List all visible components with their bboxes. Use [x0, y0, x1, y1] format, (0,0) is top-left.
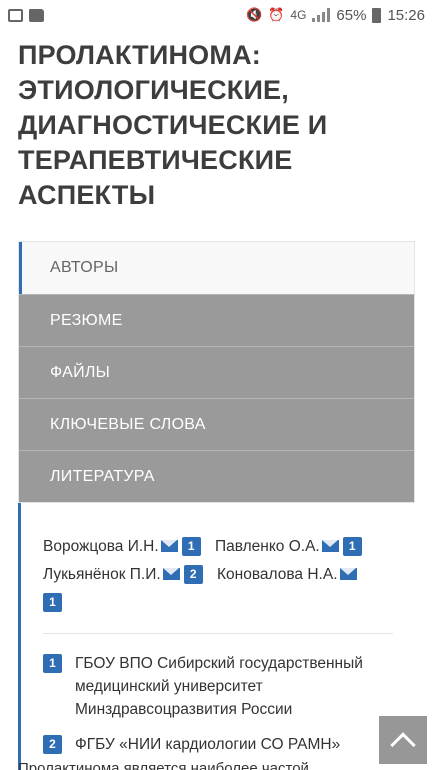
- abstract-text-partial: Пролактинома является наиболее частой: [18, 760, 309, 770]
- divider: [43, 633, 393, 634]
- folder-notification-icon: [29, 8, 44, 22]
- affiliation-text: ФГБУ «НИИ кардиологии СО РАМН»: [75, 736, 341, 753]
- affiliation-badge: 1: [181, 537, 201, 556]
- authors-list: Ворожцова И.Н. 1 Павленко О.А. 1 Лукьянёно…: [43, 533, 393, 617]
- tab-abstract[interactable]: РЕЗЮМЕ: [19, 294, 414, 346]
- author-item: Лукьянёнок П.И. 2: [43, 565, 203, 584]
- article-tabs: АВТОРЫ РЕЗЮМЕ ФАЙЛЫ КЛЮЧЕВЫЕ СЛОВА ЛИТЕР…: [18, 241, 415, 503]
- affiliation-number: 2: [43, 735, 62, 754]
- author-name[interactable]: Лукьянёнок П.И.: [43, 566, 161, 583]
- author-name[interactable]: Коновалова Н.А.: [217, 566, 337, 583]
- tab-keywords[interactable]: КЛЮЧЕВЫЕ СЛОВА: [19, 398, 414, 450]
- status-bar-left: [8, 8, 44, 22]
- affiliation-number: 1: [43, 654, 62, 673]
- authors-panel: Ворожцова И.Н. 1 Павленко О.А. 1 Лукьянёно…: [18, 503, 415, 770]
- signal-icon: [312, 8, 331, 22]
- affiliation-badge: 1: [342, 537, 362, 556]
- affiliation-badge: 2: [183, 565, 203, 584]
- email-icon[interactable]: [160, 540, 178, 552]
- battery-percent: 65%: [336, 6, 367, 24]
- tab-files[interactable]: ФАЙЛЫ: [19, 346, 414, 398]
- author-name[interactable]: Ворожцова И.Н.: [43, 538, 159, 555]
- author-item: Ворожцова И.Н. 1: [43, 537, 201, 556]
- gallery-notification-icon: [8, 8, 23, 22]
- clock: 15:26: [387, 6, 425, 24]
- author-item: Коновалова Н.А.: [217, 566, 357, 583]
- author-name[interactable]: Павленко О.А.: [215, 538, 320, 555]
- email-icon[interactable]: [162, 568, 180, 580]
- mute-icon: 🔇: [246, 7, 263, 22]
- tab-authors[interactable]: АВТОРЫ: [19, 242, 414, 294]
- alarm-icon: ⏰: [268, 7, 285, 22]
- affiliation-item: 1 ГБОУ ВПО Сибирский государственный мед…: [43, 652, 393, 721]
- battery-icon: [372, 7, 382, 23]
- email-icon[interactable]: [321, 540, 339, 552]
- status-bar-right: 🔇 ⏰ 4G 65% 15:26: [246, 7, 425, 24]
- network-type: 4G: [290, 8, 307, 22]
- email-icon[interactable]: [339, 568, 357, 580]
- tab-references[interactable]: ЛИТЕРАТУРА: [19, 450, 414, 502]
- article-title: ПРОЛАКТИНОМА: ЭТИОЛОГИЧЕСКИЕ, ДИАГНОСТИЧ…: [18, 40, 328, 210]
- scroll-to-top-button[interactable]: [379, 716, 427, 764]
- chevron-up-icon: [390, 731, 416, 758]
- affiliation-text: ГБОУ ВПО Сибирский государственный медиц…: [75, 655, 363, 718]
- affiliation-item: 2 ФГБУ «НИИ кардиологии СО РАМН»: [43, 733, 393, 756]
- affiliation-badge: 1: [43, 593, 62, 612]
- author-item: Павленко О.А. 1: [215, 537, 362, 556]
- status-bar: 🔇 ⏰ 4G 65% 15:26: [0, 0, 433, 30]
